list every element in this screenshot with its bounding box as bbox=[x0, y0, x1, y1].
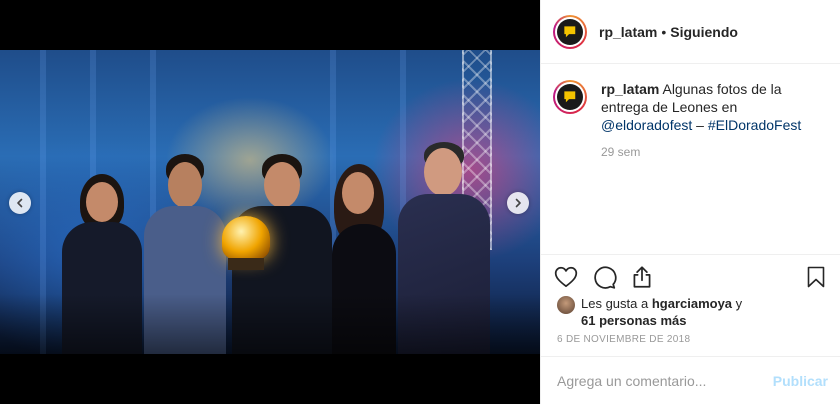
caption-username-link[interactable]: rp_latam bbox=[601, 81, 659, 97]
speech-bubble-logo-icon bbox=[564, 26, 576, 37]
post-caption: rp_latam Algunas fotos de la entrega de … bbox=[553, 80, 828, 159]
relative-time: 29 sem bbox=[601, 145, 641, 159]
likes-prefix: Les gusta a bbox=[581, 296, 652, 311]
follow-status-button[interactable]: Siguiendo bbox=[670, 24, 738, 40]
speech-bubble-logo-icon bbox=[564, 91, 576, 103]
comment-button[interactable] bbox=[591, 264, 617, 290]
carousel-prev-button[interactable] bbox=[9, 192, 31, 214]
liker-username-link[interactable]: hgarciamoya bbox=[652, 296, 732, 311]
divider bbox=[541, 254, 840, 255]
header-separator: • bbox=[661, 23, 667, 40]
post-media bbox=[0, 0, 540, 404]
floor-shadow bbox=[0, 294, 540, 354]
chevron-right-icon bbox=[515, 198, 521, 208]
liker-avatar[interactable] bbox=[557, 296, 575, 314]
hashtag-link[interactable]: #ElDoradoFest bbox=[708, 117, 801, 133]
post-photo[interactable] bbox=[0, 50, 540, 354]
action-bar bbox=[553, 263, 828, 291]
publish-button[interactable]: Publicar bbox=[773, 373, 828, 389]
likes-middle: y bbox=[732, 296, 743, 311]
post-header: rp_latam • Siguiendo bbox=[541, 0, 840, 64]
share-icon bbox=[633, 266, 651, 288]
mention-link[interactable]: @eldoradofest bbox=[601, 117, 692, 133]
likes-text: Les gusta a hgarciamoya y 61 personas má… bbox=[581, 295, 742, 329]
carousel-next-button[interactable] bbox=[507, 192, 529, 214]
caption-text: rp_latam Algunas fotos de la entrega de … bbox=[601, 80, 828, 134]
avatar[interactable] bbox=[553, 14, 587, 49]
share-button[interactable] bbox=[629, 264, 655, 290]
comment-form: Publicar bbox=[541, 357, 840, 404]
bookmark-icon bbox=[807, 266, 825, 288]
header-username-link[interactable]: rp_latam bbox=[599, 24, 657, 40]
chevron-left-icon bbox=[17, 198, 23, 208]
trophy bbox=[222, 216, 270, 260]
post-date: 6 DE NOVIEMBRE DE 2018 bbox=[557, 334, 691, 345]
heart-icon bbox=[554, 266, 578, 288]
comment-input[interactable] bbox=[557, 372, 773, 389]
comment-bubble-icon bbox=[594, 266, 617, 289]
like-button[interactable] bbox=[553, 264, 579, 290]
save-button[interactable] bbox=[804, 265, 828, 289]
post-sidebar: rp_latam • Siguiendo rp_latam Algunas fo… bbox=[540, 0, 840, 404]
trophy-base bbox=[228, 258, 264, 270]
avatar[interactable] bbox=[553, 80, 587, 114]
others-likes-link[interactable]: 61 personas más bbox=[581, 313, 687, 328]
likes-summary: Les gusta a hgarciamoya y 61 personas má… bbox=[557, 295, 828, 329]
caption-dash: – bbox=[692, 117, 708, 133]
